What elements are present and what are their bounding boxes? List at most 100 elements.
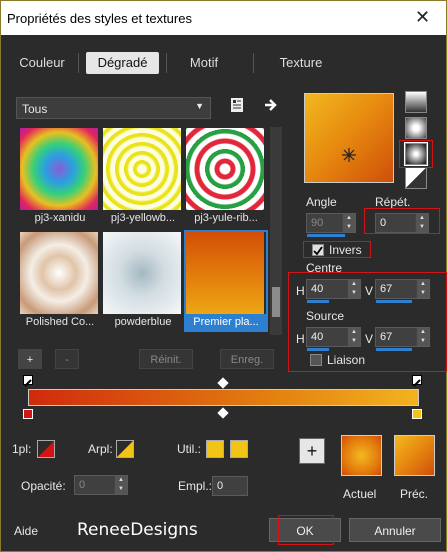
- color-stop-end[interactable]: [412, 409, 422, 419]
- start-stop-marker[interactable]: [23, 375, 33, 387]
- rectangular-gradient-type-icon[interactable]: [405, 117, 427, 139]
- swatch-thumbnail: [103, 232, 181, 314]
- gradient-bar[interactable]: [28, 389, 419, 406]
- swatch-label: Premier pla...: [186, 314, 266, 330]
- swatch-scrollbar[interactable]: [270, 127, 282, 335]
- center-v-slider[interactable]: [376, 300, 412, 303]
- save-button[interactable]: Enreg.: [220, 349, 274, 369]
- user-color-swatch-2[interactable]: [230, 440, 248, 458]
- swatch-thumbnail: [186, 232, 264, 314]
- arrow-right-icon[interactable]: [263, 97, 279, 113]
- previous-preview[interactable]: [394, 435, 435, 476]
- midpoint-marker-bottom[interactable]: [217, 407, 229, 419]
- help-link[interactable]: Aide: [14, 524, 38, 538]
- library-icon[interactable]: [230, 97, 244, 113]
- first-color-swatch[interactable]: [37, 440, 55, 458]
- user-color-label: Util.:: [177, 442, 201, 456]
- center-v-input[interactable]: 67 ▲ ▼: [375, 279, 430, 299]
- opacity-spin-buttons[interactable]: ▲ ▼: [114, 476, 127, 494]
- reset-button[interactable]: Réinit.: [139, 349, 193, 369]
- window-title: Propriétés des styles et textures: [7, 11, 192, 26]
- location-label: Empl.:: [178, 479, 213, 493]
- source-h-input[interactable]: 40 ▲ ▼: [306, 327, 361, 347]
- source-label: Source: [306, 309, 345, 323]
- first-color-label: 1pl:: [12, 442, 32, 456]
- swatch-thumbnail: [186, 128, 264, 210]
- title-bar: Propriétés des styles et textures ✕: [1, 1, 446, 35]
- invert-checkbox[interactable]: [312, 244, 324, 256]
- swatch-pj3-xanidu[interactable]: pj3-xanidu: [20, 128, 100, 226]
- invert-label: Invers: [329, 243, 362, 257]
- chevron-down-icon: ▼: [195, 101, 204, 111]
- swatch-label: pj3-yule-rib...: [194, 212, 258, 224]
- linear-gradient-type-icon[interactable]: [405, 91, 427, 113]
- tab-degrade[interactable]: Dégradé: [86, 52, 159, 74]
- color-stop-start[interactable]: [23, 409, 33, 419]
- tab-couleur[interactable]: Couleur: [11, 52, 73, 74]
- center-h-label: H: [296, 284, 305, 298]
- previous-label: Préc.: [400, 487, 429, 501]
- source-v-label: V: [365, 332, 374, 346]
- current-label: Actuel: [343, 487, 377, 501]
- add-swatch-button[interactable]: +: [18, 349, 42, 369]
- tab-texture[interactable]: Texture: [265, 52, 337, 74]
- source-v-input[interactable]: 67 ▲ ▼: [375, 327, 430, 347]
- angle-label: Angle: [306, 195, 337, 209]
- repeat-label: Répét.: [375, 195, 411, 209]
- angle-input[interactable]: 90 ▲ ▼: [306, 213, 356, 233]
- opacity-input[interactable]: 0 ▲ ▼: [74, 475, 128, 495]
- styles-dialog: Propriétés des styles et textures ✕ Coul…: [0, 0, 447, 552]
- highlight-ok: [278, 515, 334, 545]
- radial-gradient-type-icon[interactable]: [405, 167, 427, 189]
- add-to-swatches-button[interactable]: +: [299, 438, 325, 464]
- close-icon[interactable]: ✕: [415, 7, 430, 28]
- highlight-gradient-type: [399, 140, 433, 168]
- source-v-slider[interactable]: [376, 348, 412, 351]
- swatch-powderblue[interactable]: powderblue: [103, 232, 183, 330]
- swatch-polished-co[interactable]: Polished Co...: [20, 232, 100, 330]
- category-dropdown[interactable]: Tous ▼: [16, 97, 211, 119]
- source-v-spin-buttons[interactable]: ▲ ▼: [416, 328, 429, 346]
- center-h-spin-buttons[interactable]: ▲ ▼: [347, 280, 360, 298]
- remove-swatch-button[interactable]: -: [55, 349, 79, 369]
- opacity-label: Opacité:: [21, 479, 66, 493]
- highlight-repeat: [364, 208, 440, 234]
- swatch-pj3-yellowb[interactable]: pj3-yellowb...: [103, 128, 183, 226]
- angle-slider[interactable]: [307, 234, 345, 237]
- back-color-swatch[interactable]: [116, 440, 134, 458]
- back-color-label: Arpl:: [88, 442, 113, 456]
- cancel-button[interactable]: Annuler: [349, 518, 441, 542]
- source-h-label: H: [296, 332, 305, 346]
- watermark: ReneeDesigns: [77, 520, 198, 540]
- tab-motif[interactable]: Motif: [173, 52, 235, 74]
- midpoint-marker-top[interactable]: [217, 377, 229, 389]
- swatch-thumbnail: [103, 128, 181, 210]
- user-color-swatch-1[interactable]: [206, 440, 224, 458]
- angle-spin-buttons[interactable]: ▲ ▼: [342, 214, 355, 232]
- swatch-thumbnail: [20, 232, 98, 314]
- source-h-spin-buttons[interactable]: ▲ ▼: [347, 328, 360, 346]
- tab-separator: [166, 53, 167, 73]
- center-v-spin-buttons[interactable]: ▲ ▼: [416, 280, 429, 298]
- link-label: Liaison: [327, 353, 366, 367]
- swatch-premier-plan[interactable]: Premier pla...: [184, 230, 268, 332]
- swatch-label: pj3-xanidu: [34, 212, 86, 224]
- swatch-pj3-yule-rib[interactable]: pj3-yule-rib...: [186, 128, 266, 226]
- swatch-label: powderblue: [114, 316, 172, 328]
- center-point-icon: [342, 148, 356, 162]
- source-h-slider[interactable]: [307, 348, 329, 351]
- category-value: Tous: [22, 102, 48, 116]
- location-input[interactable]: 0: [212, 476, 248, 496]
- center-v-label: V: [365, 284, 374, 298]
- swatch-thumbnail: [20, 128, 98, 210]
- tab-separator: [78, 53, 79, 73]
- end-stop-marker[interactable]: [412, 375, 422, 387]
- scrollbar-thumb[interactable]: [272, 287, 280, 317]
- link-checkbox[interactable]: [310, 354, 322, 366]
- tab-separator: [253, 53, 254, 73]
- center-label: Centre: [306, 261, 343, 275]
- swatch-label: pj3-yellowb...: [110, 212, 176, 224]
- center-h-input[interactable]: 40 ▲ ▼: [306, 279, 361, 299]
- gradient-preview[interactable]: [304, 93, 394, 183]
- center-h-slider[interactable]: [307, 300, 329, 303]
